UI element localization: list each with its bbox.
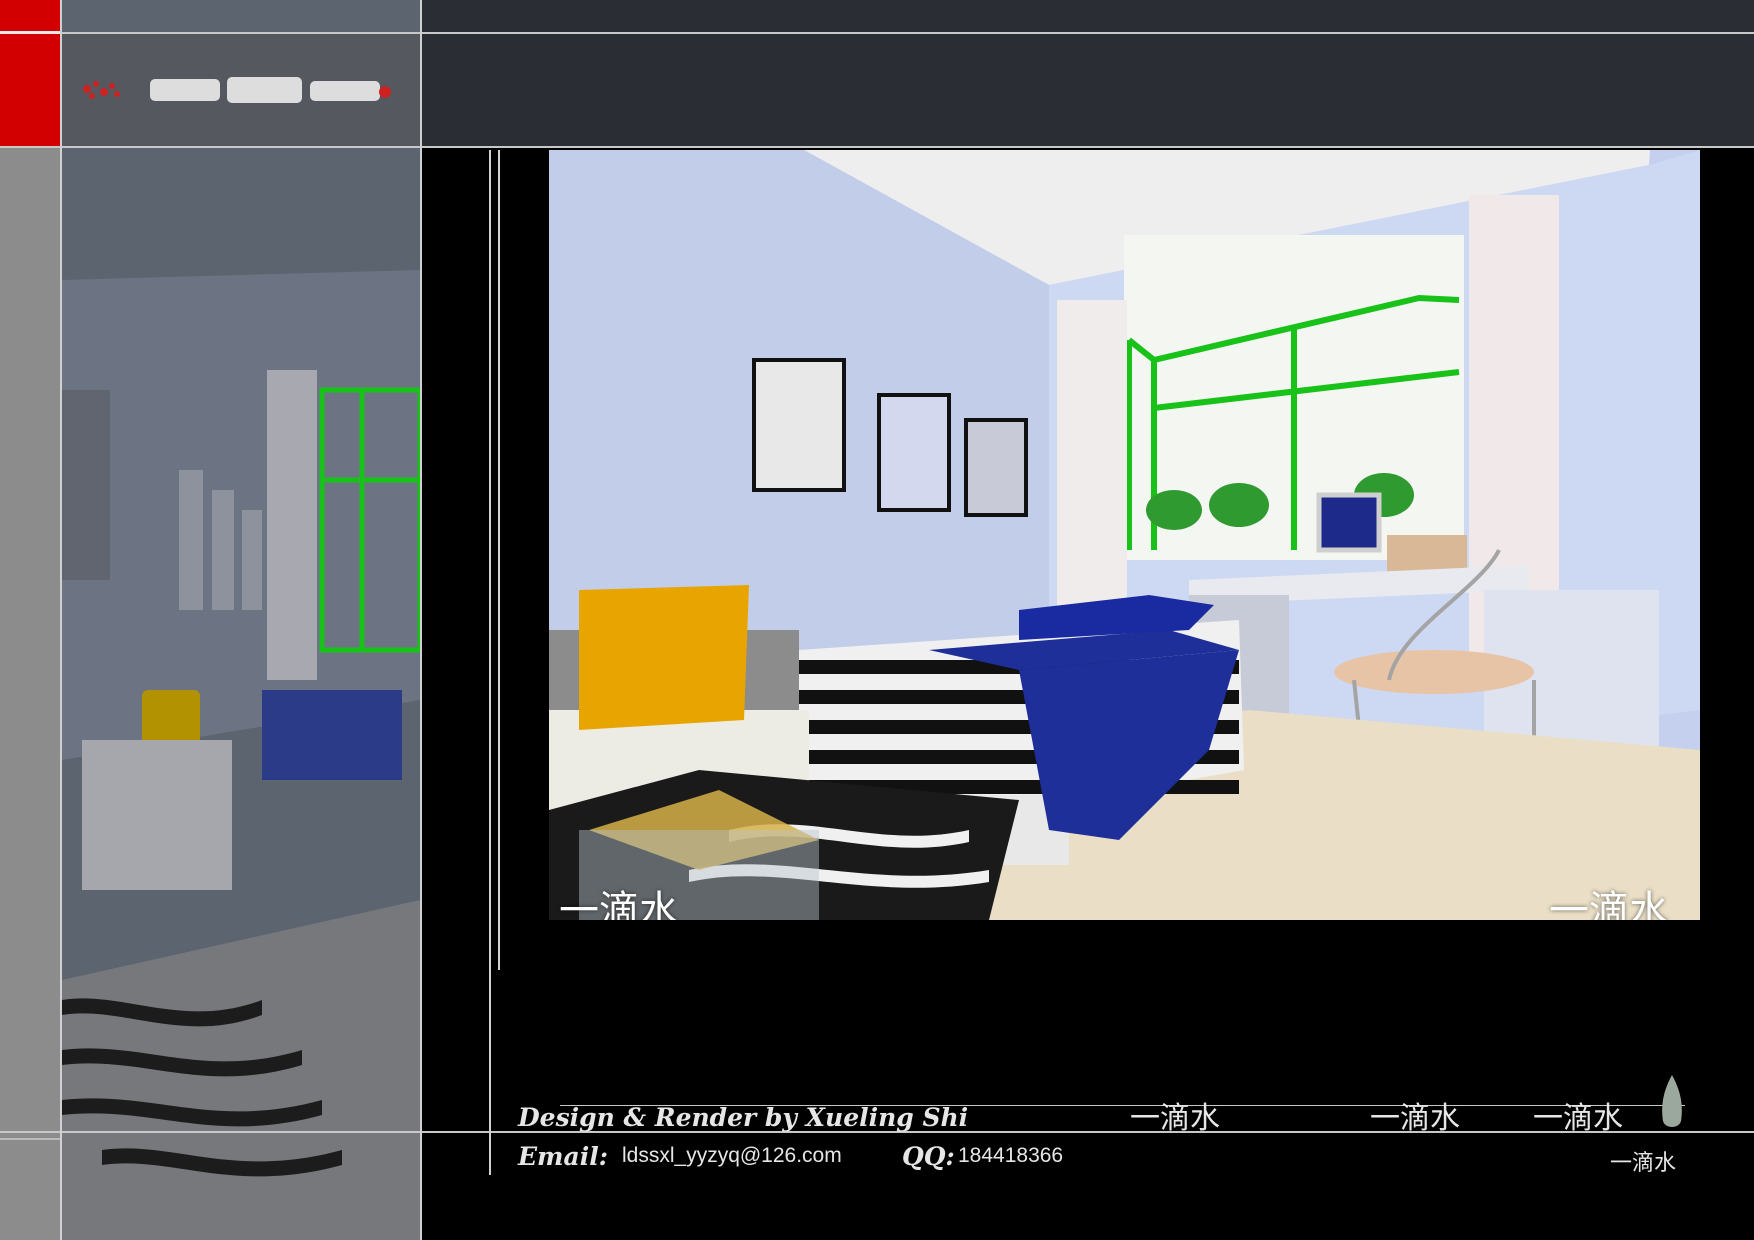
brand-mark-1: 一滴水 — [1130, 1101, 1220, 1136]
top-rule — [62, 32, 1754, 34]
brand-mark-2: 一滴水 — [1370, 1101, 1460, 1136]
accent-red-strip — [0, 0, 60, 148]
panel-divider — [420, 0, 422, 1240]
brand-mark-small: 一滴水 — [1610, 1151, 1677, 1176]
frame-line-1 — [489, 150, 491, 1175]
email-value[interactable]: ldssxl_yyzyq@126.com — [622, 1144, 842, 1168]
qq-value: 184418366 — [958, 1144, 1064, 1167]
qq-label: QQ: — [902, 1142, 955, 1171]
watermark-left: 一滴水 — [559, 888, 679, 920]
bedroom-render-image — [549, 150, 1700, 920]
strip-divider — [60, 0, 62, 1240]
preview-panel — [62, 0, 420, 1240]
bedroom-render: 一滴水 一滴水 — [549, 150, 1700, 920]
email-label: Email: — [518, 1142, 608, 1171]
water-drop-icon — [1662, 1075, 1682, 1127]
credit-line: Design & Render by Xueling Shi — [518, 1103, 969, 1132]
watermark-right: 一滴水 — [1549, 888, 1669, 920]
brand-mark-3: 一滴水 — [1533, 1101, 1623, 1136]
header-band — [422, 0, 1754, 148]
logo — [62, 34, 420, 146]
header-bottom-rule — [0, 146, 1754, 148]
room-preview-image — [62, 0, 420, 1240]
frame-line-2 — [498, 150, 500, 970]
accent-grey-strip — [0, 148, 60, 1240]
